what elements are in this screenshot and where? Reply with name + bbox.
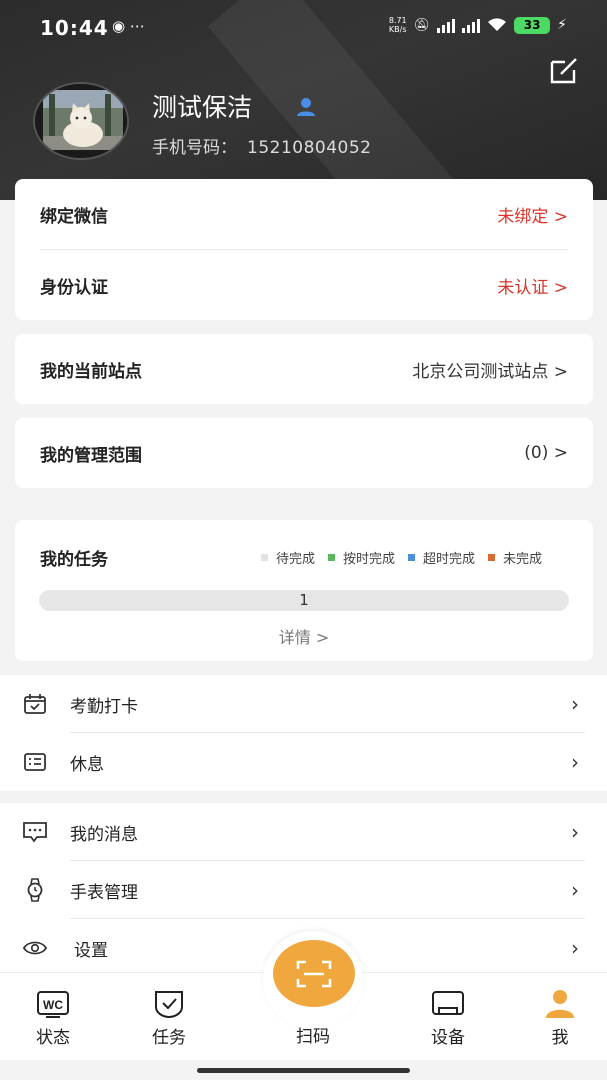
avatar[interactable] xyxy=(33,82,129,160)
wc-status-icon: WC xyxy=(37,991,69,1018)
tasks-legend: 待完成 按时完成 超时完成 未完成 xyxy=(261,548,542,567)
tab-scan-label: 扫码 xyxy=(296,1027,330,1047)
user-role-icon xyxy=(297,98,315,116)
notification-icon: ◉ xyxy=(112,17,126,35)
menu-item-label: 设置 xyxy=(74,940,108,961)
tab-devices[interactable]: 设备 xyxy=(413,987,483,1048)
bind-wechat-label: 绑定微信 xyxy=(40,206,108,227)
my-tasks-title: 我的任务 xyxy=(40,550,108,570)
status-more: ⋯ xyxy=(129,17,145,35)
legend-item-pending: 待完成 xyxy=(261,548,315,567)
tab-status[interactable]: WC 状态 xyxy=(18,987,88,1048)
menu-item-rest[interactable]: 休息 › xyxy=(0,733,607,791)
message-icon xyxy=(22,819,48,845)
scan-button[interactable] xyxy=(273,940,355,1007)
phone-number: 15210804052 xyxy=(247,138,372,158)
profile-header: 10:44 ◉ ⋯ 8.71 KB/s 🔕︎ 33 ⚡︎ 测试保洁 手机号码： … xyxy=(0,0,607,200)
my-tasks-card: 我的任务 待完成 按时完成 超时完成 未完成 1 详情 > xyxy=(15,520,593,661)
svg-text:WC: WC xyxy=(43,998,63,1012)
identity-verify-label: 身份认证 xyxy=(40,277,108,298)
management-scope-row[interactable]: 我的管理范围 (0) > xyxy=(40,418,568,488)
bind-wechat-status: 未绑定 > xyxy=(497,206,568,227)
menu-item-label: 休息 xyxy=(70,754,104,775)
edit-profile-icon[interactable] xyxy=(549,57,579,85)
status-right-icons: 8.71 KB/s 🔕︎ 33 ⚡︎ xyxy=(389,16,567,34)
id-card-icon xyxy=(22,749,48,775)
device-icon xyxy=(432,991,464,1015)
current-site-card[interactable]: 我的当前站点 北京公司测试站点 > xyxy=(15,334,593,404)
status-bar: 10:44 ◉ ⋯ 8.71 KB/s 🔕︎ 33 ⚡︎ xyxy=(0,0,607,56)
status-left-icons: ◉ ⋯ xyxy=(112,17,145,35)
identity-verify-status: 未认证 > xyxy=(497,277,568,298)
chevron-right-icon: › xyxy=(571,936,579,960)
menu-item-watch[interactable]: 手表管理 › xyxy=(0,861,607,919)
charging-icon: ⚡︎ xyxy=(557,17,567,33)
chevron-right-icon: › xyxy=(571,692,579,716)
menu-item-label: 我的消息 xyxy=(70,824,138,845)
phone-label: 手机号码： xyxy=(152,138,237,158)
current-site-row[interactable]: 我的当前站点 北京公司测试站点 > xyxy=(40,334,568,404)
tab-status-label: 状态 xyxy=(36,1028,70,1048)
tasks-progress-bar: 1 xyxy=(39,590,569,611)
current-site-value: 北京公司测试站点 > xyxy=(412,361,568,382)
mute-icon: 🔕︎ xyxy=(413,17,431,33)
user-name: 测试保洁 xyxy=(152,93,253,122)
chevron-right-icon: › xyxy=(571,820,579,844)
phone-line: 手机号码： 15210804052 xyxy=(152,133,371,158)
menu-item-label: 手表管理 xyxy=(70,882,138,903)
tab-me[interactable]: 我 xyxy=(525,987,595,1048)
legend-item-overtime: 超时完成 xyxy=(408,548,475,567)
eye-settings-icon xyxy=(22,935,48,961)
avatar-cat-image xyxy=(35,84,127,158)
watch-icon xyxy=(22,877,48,903)
wifi-icon xyxy=(488,18,507,31)
legend-color-swatch xyxy=(488,554,496,561)
legend-color-swatch xyxy=(261,554,268,561)
battery-icon: 33 xyxy=(514,16,551,34)
legend-item-incomplete: 未完成 xyxy=(488,548,542,567)
chevron-right-icon: › xyxy=(571,750,579,774)
status-time: 10:44 xyxy=(40,16,109,40)
tab-devices-label: 设备 xyxy=(431,1028,465,1048)
scan-icon xyxy=(296,960,332,987)
net-speed: 8.71 KB/s xyxy=(388,16,407,34)
tab-tasks-label: 任务 xyxy=(152,1028,186,1048)
bind-wechat-row[interactable]: 绑定微信 未绑定 > xyxy=(40,179,568,249)
menu-item-attendance[interactable]: 考勤打卡 › xyxy=(0,675,607,733)
management-scope-card[interactable]: 我的管理范围 (0) > xyxy=(15,418,593,488)
tasks-detail-link[interactable]: 详情 > xyxy=(15,624,593,648)
signal-icon xyxy=(437,17,456,33)
menu-item-messages[interactable]: 我的消息 › xyxy=(0,803,607,861)
menu-group-attendance: 考勤打卡 › 休息 › xyxy=(0,675,607,791)
legend-item-on-time: 按时完成 xyxy=(328,548,395,567)
chevron-right-icon: › xyxy=(571,878,579,902)
signal-icon xyxy=(462,17,481,33)
management-scope-label: 我的管理范围 xyxy=(40,445,142,466)
current-site-label: 我的当前站点 xyxy=(40,361,142,382)
legend-color-swatch xyxy=(328,554,336,561)
identity-verify-row[interactable]: 身份认证 未认证 > xyxy=(40,250,568,320)
legend-color-swatch xyxy=(408,554,416,561)
task-shield-icon xyxy=(155,991,183,1019)
person-icon xyxy=(546,990,574,1018)
management-scope-value: (0) > xyxy=(524,443,568,463)
tab-me-label: 我 xyxy=(551,1028,569,1048)
menu-item-label: 考勤打卡 xyxy=(70,696,138,717)
calendar-check-icon xyxy=(22,691,48,717)
tab-tasks[interactable]: 任务 xyxy=(134,987,204,1048)
account-card: 绑定微信 未绑定 > 身份认证 未认证 > xyxy=(15,179,593,320)
home-indicator xyxy=(197,1068,410,1073)
